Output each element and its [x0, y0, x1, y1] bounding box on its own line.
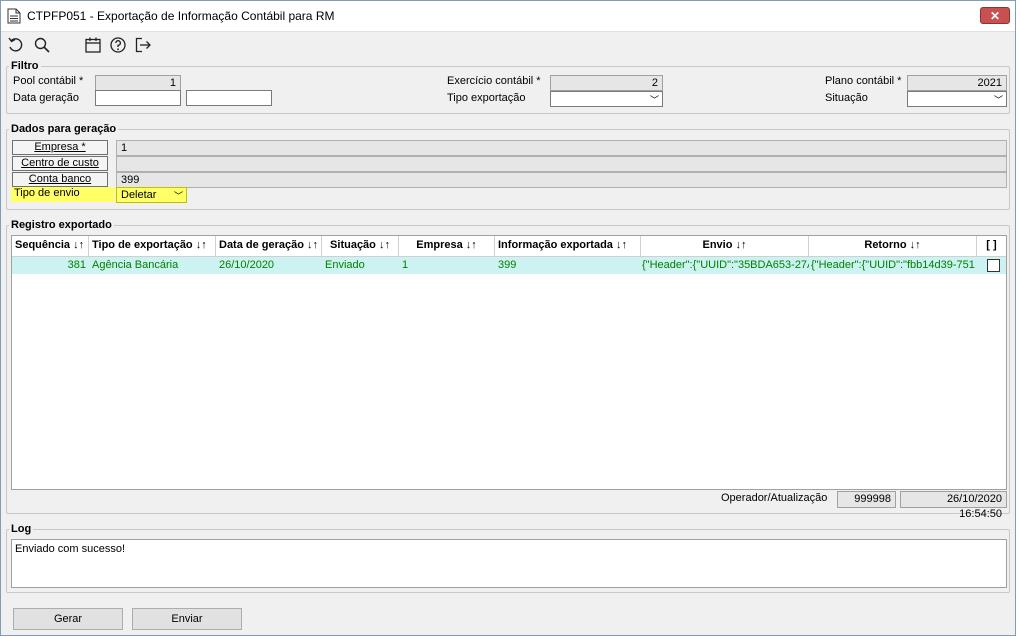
close-icon: ✕	[989, 9, 1001, 23]
registro-table: Sequência ↓↑ Tipo de exportação ↓↑ Data …	[11, 235, 1007, 490]
filtro-title: Filtro	[11, 60, 39, 72]
chevron-down-icon: ﹀	[649, 95, 659, 105]
close-button[interactable]: ✕	[980, 7, 1010, 24]
cell-tipo-exportacao: Agência Bancária	[92, 259, 179, 271]
conta-banco-field[interactable]: 399	[116, 172, 1007, 188]
table-header: Sequência ↓↑ Tipo de exportação ↓↑ Data …	[12, 236, 1006, 257]
enviar-button[interactable]: Enviar	[132, 608, 242, 630]
pool-label: Pool contábil *	[13, 75, 84, 87]
empresa-field[interactable]: 1	[116, 140, 1007, 156]
help-icon[interactable]	[109, 36, 127, 54]
log-title: Log	[11, 523, 32, 535]
col-sequencia[interactable]: Sequência ↓↑	[12, 236, 89, 256]
situacao-select[interactable]: ﹀	[907, 91, 1007, 107]
title-bar: CTPFP051 - Exportação de Informação Cont…	[1, 1, 1015, 32]
dados-title: Dados para geração	[11, 123, 117, 135]
row-checkbox[interactable]	[987, 259, 1000, 272]
app-window: CTPFP051 - Exportação de Informação Cont…	[0, 0, 1016, 636]
conta-banco-button[interactable]: Conta banco	[12, 172, 108, 187]
data-geracao-from-input[interactable]	[95, 90, 181, 106]
col-select-all[interactable]: [ ]	[977, 236, 1006, 256]
exercicio-label: Exercício contábil *	[447, 75, 541, 87]
col-informacao-exportada[interactable]: Informação exportada ↓↑	[495, 236, 641, 256]
col-data-geracao[interactable]: Data de geração ↓↑	[216, 236, 322, 256]
tipo-envio-label: Tipo de envio	[11, 187, 115, 202]
tipo-exportacao-label: Tipo exportação	[447, 92, 526, 104]
tipo-envio-value: Deletar	[121, 189, 157, 201]
col-retorno[interactable]: Retorno ↓↑	[809, 236, 977, 256]
cell-retorno: {"Header":{"UUID":"fbb14d39-751	[811, 259, 975, 271]
data-geracao-to-input[interactable]	[186, 90, 272, 106]
operador-label: Operador/Atualização	[721, 492, 828, 504]
cell-informacao-exportada: 399	[498, 259, 517, 271]
col-tipo-exportacao[interactable]: Tipo de exportação ↓↑	[89, 236, 216, 256]
plano-field[interactable]: 2021	[907, 75, 1007, 91]
table-row[interactable]: 381 Agência Bancária 26/10/2020 Enviado …	[12, 257, 1006, 274]
document-icon	[7, 8, 21, 24]
tipo-envio-select[interactable]: Deletar ﹀	[116, 187, 187, 203]
search-icon[interactable]	[33, 36, 51, 54]
operador-field: 999998	[837, 491, 896, 508]
tipo-exportacao-select[interactable]: ﹀	[550, 91, 663, 107]
window-title: CTPFP051 - Exportação de Informação Cont…	[27, 9, 335, 23]
centro-custo-button[interactable]: Centro de custo	[12, 156, 108, 171]
situacao-label: Situação	[825, 92, 868, 104]
centro-custo-field[interactable]	[116, 156, 1007, 172]
cell-empresa: 1	[402, 259, 409, 271]
exit-icon[interactable]	[134, 36, 152, 54]
empresa-button[interactable]: Empresa *	[12, 140, 108, 155]
calendar-icon[interactable]	[84, 36, 102, 54]
col-situacao[interactable]: Situação ↓↑	[322, 236, 399, 256]
undo-icon[interactable]	[7, 36, 25, 54]
cell-sequencia: 381	[67, 259, 86, 271]
registro-title: Registro exportado	[11, 219, 112, 231]
atualizacao-field: 26/10/2020 16:54:50	[900, 491, 1007, 520]
chevron-down-icon: ﹀	[993, 95, 1003, 105]
pool-field[interactable]: 1	[95, 75, 181, 91]
gerar-button[interactable]: Gerar	[13, 608, 123, 630]
chevron-down-icon: ﹀	[173, 191, 183, 201]
plano-label: Plano contábil *	[825, 75, 902, 87]
toolbar	[1, 32, 1015, 58]
exercicio-field[interactable]: 2	[550, 75, 663, 91]
cell-situacao: Enviado	[325, 259, 365, 271]
cell-data-geracao: 26/10/2020	[219, 259, 275, 271]
log-textarea[interactable]: Enviado com sucesso!	[11, 539, 1007, 588]
col-empresa[interactable]: Empresa ↓↑	[399, 236, 495, 256]
cell-envio: {"Header":{"UUID":"35BDA653-27A	[642, 259, 809, 271]
data-geracao-label: Data geração	[13, 92, 80, 104]
col-envio[interactable]: Envio ↓↑	[641, 236, 809, 256]
